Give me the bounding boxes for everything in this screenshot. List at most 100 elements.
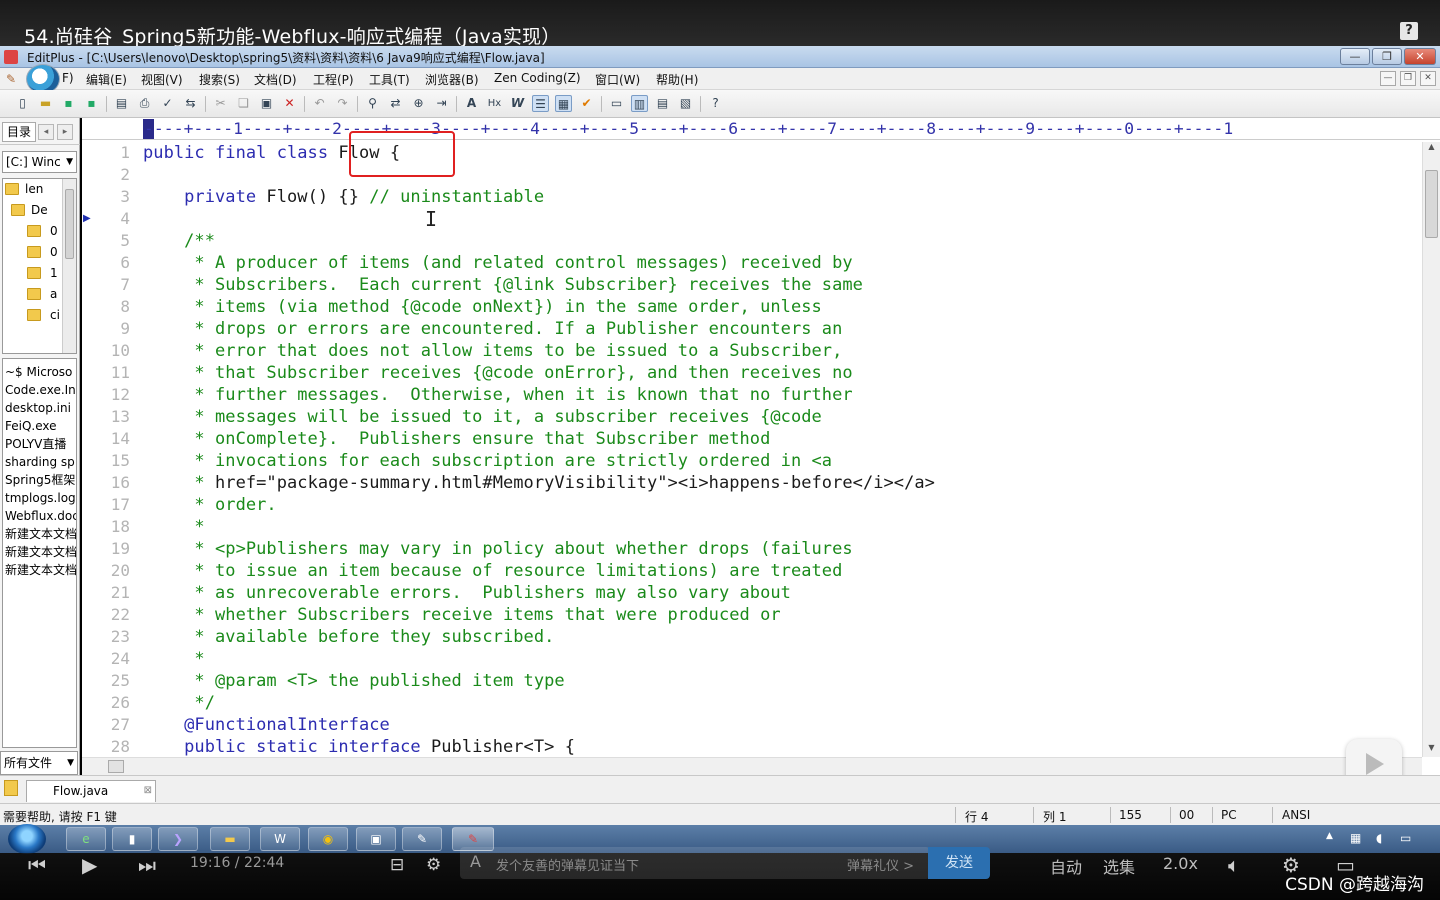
mdi-minimize-button[interactable]: — xyxy=(1380,71,1396,86)
send-danmaku-button[interactable]: 发送 xyxy=(928,847,990,879)
font-icon[interactable]: A xyxy=(463,95,480,112)
editor-vertical-scrollbar[interactable]: ▲ ▼ xyxy=(1422,142,1440,757)
menu-browser[interactable]: 浏览器(B) xyxy=(425,71,479,88)
check-icon[interactable]: ✔ xyxy=(578,95,595,112)
line-number-icon[interactable]: ☰ xyxy=(532,95,549,112)
file-item[interactable]: desktop.ini xyxy=(5,399,71,417)
code-line[interactable]: 20 * to issue an item because of resourc… xyxy=(82,560,1420,582)
cliptext-icon[interactable]: ▧ xyxy=(677,95,694,112)
editor-vertical-scrollbar-thumb[interactable] xyxy=(1425,170,1438,238)
word-wrap-icon[interactable]: W xyxy=(509,95,526,112)
file-item[interactable]: Webflux.doc xyxy=(5,507,76,525)
tree-item[interactable]: 0 xyxy=(3,221,63,242)
tab-directory[interactable]: 目录 xyxy=(2,122,36,142)
vscode-icon[interactable]: ❯ xyxy=(158,827,198,851)
goto-line-icon[interactable]: ⇥ xyxy=(433,95,450,112)
file-item[interactable]: ~$ Microso xyxy=(5,363,72,381)
code-line[interactable]: 16 * href="package-summary.html#MemoryVi… xyxy=(82,472,1420,494)
code-line[interactable]: 5 /** xyxy=(82,230,1420,252)
file-item[interactable]: tmplogs.log xyxy=(5,489,76,507)
code-line[interactable]: 13 * messages will be issued to it, a su… xyxy=(82,406,1420,428)
scroll-down-icon[interactable]: ▼ xyxy=(1423,743,1440,757)
code-line[interactable]: 9 * drops or errors are encountered. If … xyxy=(82,318,1420,340)
ruler-icon[interactable]: ▦ xyxy=(555,95,572,112)
next-icon[interactable]: ⏭ xyxy=(138,853,156,877)
file-item[interactable]: 新建文本文档 xyxy=(5,525,76,543)
code-line[interactable]: 11 * that Subscriber receives {@code onE… xyxy=(82,362,1420,384)
print-icon[interactable]: ⎙ xyxy=(136,95,153,112)
code-line[interactable]: 19 * <p>Publishers may vary in policy ab… xyxy=(82,538,1420,560)
view-mode-icon[interactable]: ▭ xyxy=(608,95,625,112)
file-item[interactable]: 新建文本文档 xyxy=(5,543,76,561)
code-line[interactable]: 15 * invocations for each subscription a… xyxy=(82,450,1420,472)
cut-icon[interactable]: ✂ xyxy=(212,95,229,112)
code-line[interactable]: 22 * whether Subscribers receive items t… xyxy=(82,604,1420,626)
file-item[interactable]: Spring5框架 xyxy=(5,471,75,489)
tree-item[interactable]: De xyxy=(3,200,63,221)
tree-item[interactable]: a xyxy=(3,284,63,305)
menu-help[interactable]: 帮助(H) xyxy=(656,71,698,88)
mdi-close-button[interactable]: ✕ xyxy=(1420,71,1436,86)
redo-icon[interactable]: ↷ xyxy=(334,95,351,112)
tree-item[interactable]: 0 xyxy=(3,242,63,263)
menu-view[interactable]: 视图(V) xyxy=(141,71,183,88)
code-line[interactable]: 26 */ xyxy=(82,692,1420,714)
scroll-up-icon[interactable]: ▲ xyxy=(1423,142,1440,156)
code-line[interactable]: 17 * order. xyxy=(82,494,1420,516)
intellij-icon[interactable]: ▮ xyxy=(112,827,152,851)
menu-file[interactable]: F) xyxy=(62,71,74,85)
menu-window[interactable]: 窗口(W) xyxy=(595,71,640,88)
danmaku-input[interactable]: A 发个友善的弹幕见证当下 弹幕礼仪 > xyxy=(460,847,930,879)
network-icon[interactable]: ▦ xyxy=(1350,831,1361,845)
code-line[interactable]: 10 * error that does not allow items to … xyxy=(82,340,1420,362)
tree-scrollbar[interactable] xyxy=(62,179,76,353)
code-area[interactable]: 1 public final class Flow {2 3 private Flo… xyxy=(82,142,1420,757)
start-button-icon[interactable] xyxy=(8,824,46,854)
ftp-icon[interactable]: ⇆ xyxy=(182,95,199,112)
find-icon[interactable]: ⚲ xyxy=(364,95,381,112)
tree-item[interactable]: len xyxy=(3,179,63,200)
file-item[interactable]: POLYV直播 xyxy=(5,435,66,453)
file-item[interactable]: FeiQ.exe xyxy=(5,417,57,435)
menu-project[interactable]: 工程(P) xyxy=(313,71,354,88)
menu-search[interactable]: 搜索(S) xyxy=(199,71,240,88)
code-line[interactable]: 25 * @param <T> the published item type xyxy=(82,670,1420,692)
maximize-button[interactable]: ❐ xyxy=(1372,48,1402,65)
tree-item[interactable]: ci xyxy=(3,305,63,326)
menu-document[interactable]: 文档(D) xyxy=(254,71,297,88)
close-tab-icon[interactable]: ⊠ xyxy=(144,781,152,801)
previous-icon[interactable]: ⏮ xyxy=(28,853,46,877)
file-item[interactable]: Code.exe.In xyxy=(5,381,76,399)
code-line[interactable]: 8 * items (via method {@code onNext}) in… xyxy=(82,296,1420,318)
code-line[interactable]: 1 public final class Flow { xyxy=(82,142,1420,164)
print-preview-icon[interactable]: ▤ xyxy=(113,95,130,112)
paste-icon[interactable]: ▣ xyxy=(258,95,275,112)
action-center-icon[interactable]: ▭ xyxy=(1400,831,1411,845)
code-line[interactable]: 23 * available before they subscribed. xyxy=(82,626,1420,648)
code-line[interactable]: 14 * onComplete}. Publishers ensure that… xyxy=(82,428,1420,450)
episodes-button[interactable]: 选集 xyxy=(1103,854,1135,878)
minimize-button[interactable]: — xyxy=(1340,48,1370,65)
save-all-icon[interactable]: ▪ xyxy=(83,95,100,112)
new-file-icon[interactable]: ▯ xyxy=(14,95,31,112)
code-line[interactable]: 2 xyxy=(82,164,1420,186)
volume-icon[interactable]: 🔈︎ xyxy=(1228,853,1240,877)
find-in-files-icon[interactable]: ⊕ xyxy=(410,95,427,112)
danmaku-style-icon[interactable]: A xyxy=(470,852,481,871)
mdi-restore-button[interactable]: ❐ xyxy=(1400,71,1416,86)
open-folder-icon[interactable]: ▬ xyxy=(37,95,54,112)
code-line[interactable]: 24 * xyxy=(82,648,1420,670)
code-line[interactable]: 21 * as unrecoverable errors. Publishers… xyxy=(82,582,1420,604)
danmaku-toggle-icon[interactable]: ⊟ xyxy=(390,855,404,875)
tray-expand-icon[interactable]: ▲ xyxy=(1326,831,1333,841)
code-line[interactable]: 7 * Subscribers. Each current {@link Sub… xyxy=(82,274,1420,296)
paint-icon[interactable]: ✎ xyxy=(402,827,442,851)
editor-horizontal-scrollbar-thumb[interactable] xyxy=(108,760,124,773)
editor-horizontal-scrollbar[interactable] xyxy=(82,757,1422,775)
code-line[interactable]: 6 * A producer of items (and related con… xyxy=(82,252,1420,274)
playback-speed-button[interactable]: 2.0x xyxy=(1163,854,1198,873)
play-icon[interactable]: ▶ xyxy=(82,853,97,877)
word-icon[interactable]: W xyxy=(260,827,300,851)
tab-scroll-left-icon[interactable]: ◂ xyxy=(38,124,54,140)
tree-item[interactable]: 1 xyxy=(3,263,63,284)
